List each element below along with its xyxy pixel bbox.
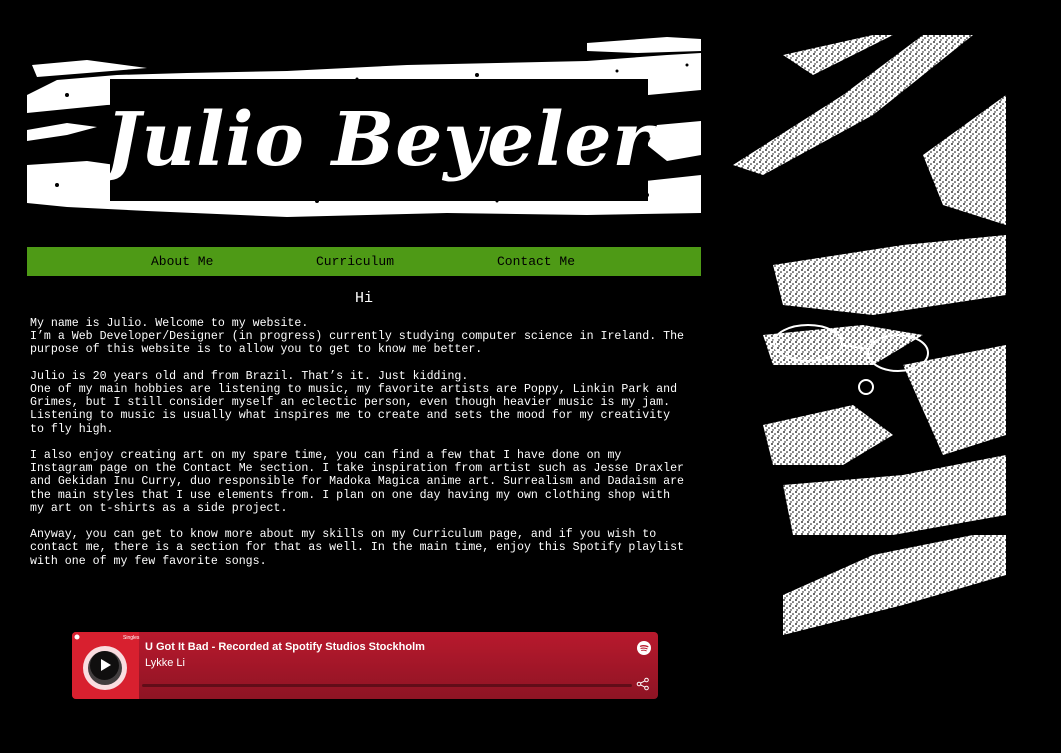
about-content: My name is Julio. Welcome to my website.… bbox=[30, 317, 706, 581]
text-line: Instagram page on the Contact Me section… bbox=[30, 462, 684, 476]
paragraph-art: I also enjoy creating art on my spare ti… bbox=[30, 449, 706, 515]
text-line: Grimes, but I still consider myself an e… bbox=[30, 396, 671, 410]
text-line: I also enjoy creating art on my spare ti… bbox=[30, 449, 622, 462]
spotify-player: Singles U Got It Bad - Recorded at Spoti… bbox=[72, 632, 658, 699]
page: Julio Beyeler About Me Curriculum Contac… bbox=[0, 0, 1061, 753]
spotify-logo-lines bbox=[639, 645, 649, 652]
nav-item-about-me[interactable]: About Me bbox=[151, 247, 213, 276]
progress-bar[interactable] bbox=[142, 684, 632, 687]
nav-item-contact-me[interactable]: Contact Me bbox=[497, 247, 575, 276]
cover-tag: Singles bbox=[123, 635, 140, 641]
track-artist[interactable]: Lykke Li bbox=[145, 657, 185, 669]
spotify-icon[interactable] bbox=[637, 641, 651, 655]
paragraph-music: Julio is 20 years old and from Brazil. T… bbox=[30, 370, 706, 436]
text-line: to fly high. bbox=[30, 422, 114, 436]
share-icon[interactable] bbox=[636, 677, 650, 691]
header-banner: Julio Beyeler bbox=[27, 35, 701, 220]
text-line: One of my main hobbies are listening to … bbox=[30, 383, 678, 396]
title-box: Julio Beyeler bbox=[105, 79, 652, 201]
play-icon[interactable] bbox=[90, 651, 119, 680]
track-title[interactable]: U Got It Bad - Recorded at Spotify Studi… bbox=[145, 641, 425, 653]
text-line: contact me, there is a section for that … bbox=[30, 541, 684, 555]
site-title: Julio Beyeler bbox=[105, 97, 653, 183]
paragraph-intro: My name is Julio. Welcome to my website.… bbox=[30, 317, 706, 357]
main-nav: About Me Curriculum Contact Me bbox=[27, 247, 701, 276]
text-line: my art on t-shirts as a side project. bbox=[30, 501, 288, 515]
text-line: My name is Julio. Welcome to my website. bbox=[30, 317, 309, 330]
text-line: Julio is 20 years old and from Brazil. T… bbox=[30, 369, 469, 383]
text-line: purpose of this website is to allow you … bbox=[30, 343, 483, 357]
profile-photo bbox=[723, 35, 1006, 656]
album-cover: Singles bbox=[72, 632, 139, 699]
text-line: the main styles that I use elements from… bbox=[30, 488, 671, 502]
text-line: Anyway, you can get to know more about m… bbox=[30, 528, 657, 542]
section-heading: Hi bbox=[354, 290, 373, 307]
paragraph-closing: Anyway, you can get to know more about m… bbox=[30, 528, 706, 568]
text-line: and Gekidan Inu Curry, duo responsible f… bbox=[30, 475, 684, 489]
portrait-illustration bbox=[723, 35, 1006, 656]
text-line: with one of my few favorite songs. bbox=[30, 554, 267, 568]
nav-item-curriculum[interactable]: Curriculum bbox=[316, 247, 394, 276]
text-line: Listening to music is usually what inspi… bbox=[30, 409, 671, 423]
text-line: I’m a Web Developer/Designer (in progres… bbox=[30, 330, 684, 344]
